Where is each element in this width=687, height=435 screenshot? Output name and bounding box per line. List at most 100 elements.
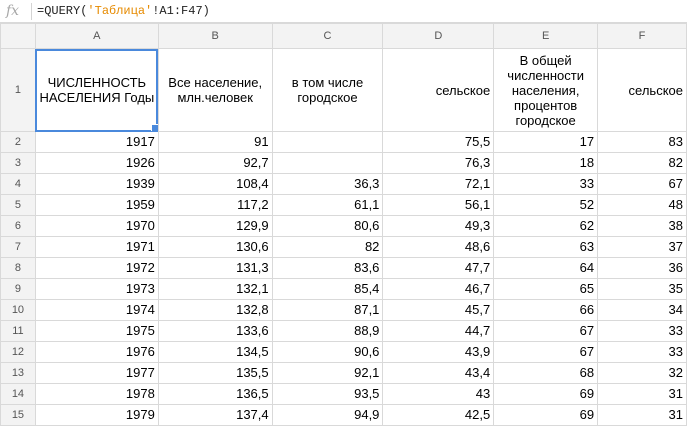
cell-c11[interactable]: 88,9 — [271, 320, 384, 342]
cell-d1[interactable]: сельское — [382, 48, 495, 132]
fill-handle[interactable] — [150, 124, 158, 131]
cell-d12[interactable]: 43,9 — [382, 341, 495, 363]
cell-c12[interactable]: 90,6 — [271, 341, 384, 363]
row-header[interactable]: 14 — [0, 383, 36, 405]
cell-a13[interactable]: 1977 — [34, 362, 159, 384]
cell-b3[interactable]: 92,7 — [157, 152, 273, 174]
cell-b7[interactable]: 130,6 — [157, 236, 273, 258]
cell-e6[interactable]: 62 — [493, 215, 599, 237]
cell-d7[interactable]: 48,6 — [382, 236, 495, 258]
cell-e8[interactable]: 64 — [493, 257, 599, 279]
cell-c10[interactable]: 87,1 — [271, 299, 384, 321]
cell-a8[interactable]: 1972 — [34, 257, 159, 279]
row-header[interactable]: 6 — [0, 215, 36, 237]
cell-f13[interactable]: 32 — [597, 362, 687, 384]
row-header[interactable]: 9 — [0, 278, 36, 300]
cell-e14[interactable]: 69 — [493, 383, 599, 405]
cell-c15[interactable]: 94,9 — [271, 404, 384, 426]
cell-e2[interactable]: 17 — [493, 131, 599, 153]
cell-a12[interactable]: 1976 — [34, 341, 159, 363]
cell-e12[interactable]: 67 — [493, 341, 599, 363]
cell-f7[interactable]: 37 — [597, 236, 687, 258]
cell-d11[interactable]: 44,7 — [382, 320, 495, 342]
cell-c6[interactable]: 80,6 — [271, 215, 384, 237]
cell-d9[interactable]: 46,7 — [382, 278, 495, 300]
cell-e3[interactable]: 18 — [493, 152, 599, 174]
cell-a14[interactable]: 1978 — [34, 383, 159, 405]
cell-f8[interactable]: 36 — [597, 257, 687, 279]
cell-f10[interactable]: 34 — [597, 299, 687, 321]
row-header[interactable]: 10 — [0, 299, 36, 321]
column-header-a[interactable]: A — [34, 23, 159, 49]
cell-f6[interactable]: 38 — [597, 215, 687, 237]
cell-a9[interactable]: 1973 — [34, 278, 159, 300]
cell-b15[interactable]: 137,4 — [157, 404, 273, 426]
cell-f2[interactable]: 83 — [597, 131, 687, 153]
cell-c13[interactable]: 92,1 — [271, 362, 384, 384]
cell-d3[interactable]: 76,3 — [382, 152, 495, 174]
cell-a4[interactable]: 1939 — [34, 173, 159, 195]
cell-c9[interactable]: 85,4 — [271, 278, 384, 300]
cell-c2[interactable] — [271, 131, 384, 153]
cell-e11[interactable]: 67 — [493, 320, 599, 342]
cell-b9[interactable]: 132,1 — [157, 278, 273, 300]
cell-b8[interactable]: 131,3 — [157, 257, 273, 279]
cell-f5[interactable]: 48 — [597, 194, 687, 216]
cell-d5[interactable]: 56,1 — [382, 194, 495, 216]
cell-b4[interactable]: 108,4 — [157, 173, 273, 195]
column-header-f[interactable]: F — [597, 23, 687, 49]
column-header-e[interactable]: E — [493, 23, 599, 49]
cell-a5[interactable]: 1959 — [34, 194, 159, 216]
row-header[interactable]: 2 — [0, 131, 36, 153]
cell-e15[interactable]: 69 — [493, 404, 599, 426]
cell-c14[interactable]: 93,5 — [271, 383, 384, 405]
row-header[interactable]: 7 — [0, 236, 36, 258]
cell-a3[interactable]: 1926 — [34, 152, 159, 174]
cell-f9[interactable]: 35 — [597, 278, 687, 300]
cell-f3[interactable]: 82 — [597, 152, 687, 174]
cell-d15[interactable]: 42,5 — [382, 404, 495, 426]
cell-b11[interactable]: 133,6 — [157, 320, 273, 342]
cell-e9[interactable]: 65 — [493, 278, 599, 300]
cell-e5[interactable]: 52 — [493, 194, 599, 216]
cell-c7[interactable]: 82 — [271, 236, 384, 258]
cell-c4[interactable]: 36,3 — [271, 173, 384, 195]
cell-a11[interactable]: 1975 — [34, 320, 159, 342]
cell-b2[interactable]: 91 — [157, 131, 273, 153]
cell-e7[interactable]: 63 — [493, 236, 599, 258]
cell-b5[interactable]: 117,2 — [157, 194, 273, 216]
row-header[interactable]: 15 — [0, 404, 36, 426]
row-header[interactable]: 3 — [0, 152, 36, 174]
cell-a7[interactable]: 1971 — [34, 236, 159, 258]
cell-d8[interactable]: 47,7 — [382, 257, 495, 279]
cell-f14[interactable]: 31 — [597, 383, 687, 405]
cell-a1[interactable]: ЧИСЛЕННОСТЬ НАСЕЛЕНИЯ Годы — [34, 48, 159, 132]
cell-c8[interactable]: 83,6 — [271, 257, 384, 279]
cell-a10[interactable]: 1974 — [34, 299, 159, 321]
cell-b14[interactable]: 136,5 — [157, 383, 273, 405]
row-header[interactable]: 4 — [0, 173, 36, 195]
cell-f15[interactable]: 31 — [597, 404, 687, 426]
cell-f4[interactable]: 67 — [597, 173, 687, 195]
select-all-corner[interactable] — [0, 23, 36, 49]
cell-e10[interactable]: 66 — [493, 299, 599, 321]
cell-c5[interactable]: 61,1 — [271, 194, 384, 216]
cell-b13[interactable]: 135,5 — [157, 362, 273, 384]
cell-d4[interactable]: 72,1 — [382, 173, 495, 195]
row-header[interactable]: 5 — [0, 194, 36, 216]
row-header[interactable]: 13 — [0, 362, 36, 384]
cell-b10[interactable]: 132,8 — [157, 299, 273, 321]
cell-a15[interactable]: 1979 — [34, 404, 159, 426]
cell-c3[interactable] — [271, 152, 384, 174]
cell-a6[interactable]: 1970 — [34, 215, 159, 237]
cell-e1[interactable]: В общей численности населения, процентов… — [493, 48, 599, 132]
cell-d10[interactable]: 45,7 — [382, 299, 495, 321]
row-header[interactable]: 8 — [0, 257, 36, 279]
cell-b6[interactable]: 129,9 — [157, 215, 273, 237]
column-header-c[interactable]: C — [271, 23, 384, 49]
cell-a2[interactable]: 1917 — [34, 131, 159, 153]
cell-b12[interactable]: 134,5 — [157, 341, 273, 363]
cell-e13[interactable]: 68 — [493, 362, 599, 384]
cell-d14[interactable]: 43 — [382, 383, 495, 405]
cell-c1[interactable]: в том числе городское — [271, 48, 384, 132]
